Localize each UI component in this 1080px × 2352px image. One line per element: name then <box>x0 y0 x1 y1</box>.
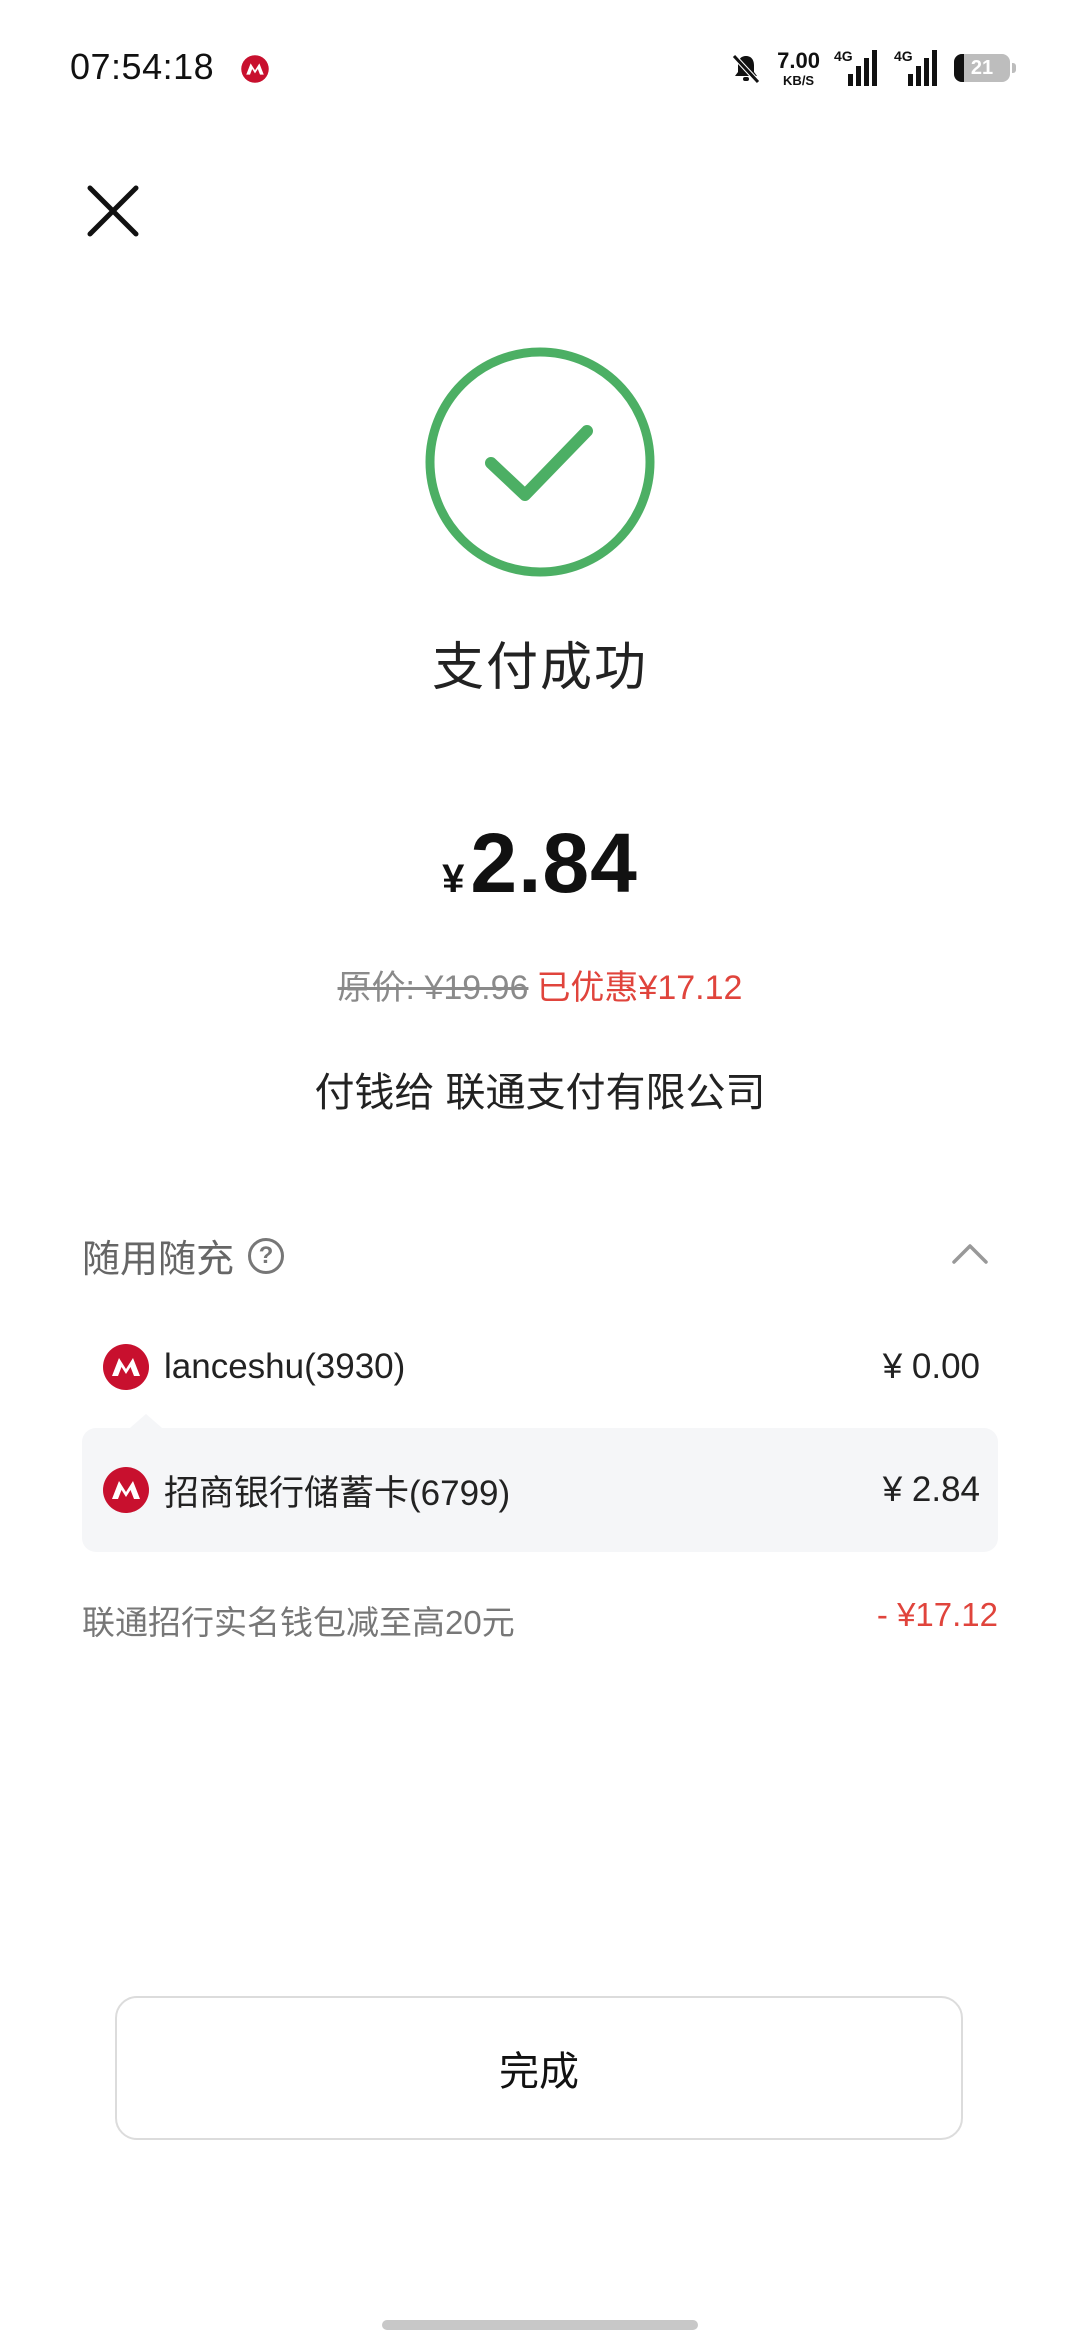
signal-icon: 4G <box>894 48 940 88</box>
net-speed-value: 7.00 <box>777 47 820 73</box>
net-speed: 7.00 KB/S <box>777 47 820 88</box>
payment-method-row[interactable]: lanceshu(3930) ¥ 0.00 <box>82 1305 998 1429</box>
signal-tag: 4G <box>834 48 853 64</box>
payee: 付钱给 联通支付有限公司 <box>314 1071 766 1115</box>
discount-label: 联通招行实名钱包减至高20元 <box>82 1604 515 1641</box>
check-circle-icon <box>425 347 655 577</box>
cmb-logo-icon <box>241 55 269 83</box>
done-button[interactable]: 完成 <box>115 1996 963 2140</box>
battery-icon: 21 <box>954 54 1016 82</box>
battery-level: 21 <box>970 56 994 79</box>
payment-method-name: lanceshu(3930) <box>164 1347 406 1386</box>
payment-method-row[interactable]: 招商银行储蓄卡(6799) ¥ 2.84 <box>82 1428 998 1552</box>
paid-amount: ¥2.84 <box>0 815 1080 912</box>
payment-method-amount: ¥ 0.00 <box>882 1347 980 1386</box>
currency-symbol: ¥ <box>442 857 465 901</box>
selection-pointer <box>130 1414 162 1428</box>
payment-method-name: 招商银行储蓄卡(6799) <box>164 1473 511 1513</box>
net-speed-unit: KB/S <box>783 72 815 88</box>
chevron-up-icon[interactable] <box>950 1238 990 1268</box>
section-title: 随用随充 <box>82 1239 235 1281</box>
signal-icon: 4G <box>834 48 880 88</box>
close-icon[interactable] <box>82 180 144 242</box>
discount-amount: 已优惠¥17.12 <box>536 969 743 1007</box>
discount-value: - ¥17.12 <box>876 1596 998 1633</box>
payment-method-amount: ¥ 2.84 <box>882 1470 980 1509</box>
home-indicator[interactable] <box>382 2320 698 2330</box>
signal-tag: 4G <box>894 48 913 64</box>
status-time: 07:54:18 <box>70 46 215 87</box>
amount-value: 2.84 <box>470 816 638 910</box>
cmb-logo-icon <box>103 1467 149 1513</box>
question-circle-icon[interactable]: ? <box>248 1237 285 1274</box>
bell-muted-icon <box>732 54 761 84</box>
original-price: 原价: ¥19.96 <box>337 969 529 1007</box>
status-icons: 7.00 KB/S 4G 4G 21 <box>729 46 1016 90</box>
price-info: 原价: ¥19.96 已优惠¥17.12 <box>0 960 1080 1009</box>
payment-section-header: 随用随充 ? <box>82 1228 285 1283</box>
discount-row: 联通招行实名钱包减至高20元 - ¥17.12 <box>82 1596 998 1644</box>
cmb-logo-icon <box>103 1344 149 1390</box>
result-title: 支付成功 <box>431 639 648 697</box>
